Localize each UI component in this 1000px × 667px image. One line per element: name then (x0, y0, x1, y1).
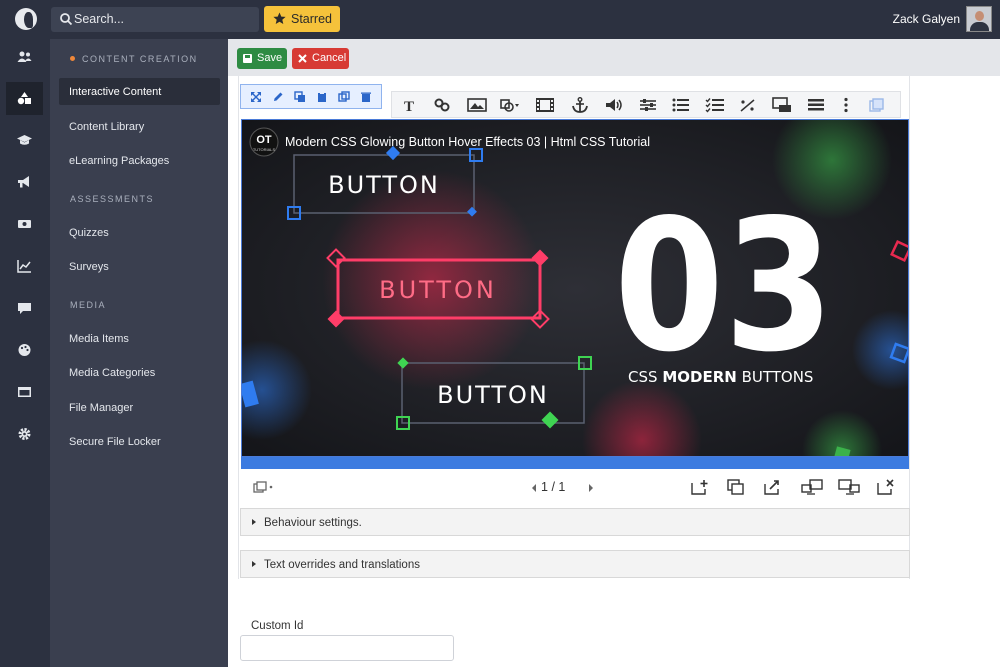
anchor-icon[interactable] (570, 97, 590, 113)
link-icon[interactable] (432, 97, 452, 113)
list-icon[interactable] (671, 97, 691, 113)
paste-icon[interactable] (316, 91, 328, 103)
shape-icon[interactable] (500, 97, 520, 113)
caret-right-icon (252, 561, 256, 567)
sidebar-item-media-categories[interactable]: Media Categories (59, 359, 220, 386)
custom-id-input[interactable] (240, 635, 454, 661)
copy-icon[interactable] (294, 91, 306, 103)
menu-list-icon[interactable] (806, 97, 826, 113)
video-big-number: 03 (614, 181, 834, 392)
gear-icon[interactable] (6, 418, 43, 451)
content-toolbar: T (391, 91, 901, 118)
ticket-icon[interactable] (6, 208, 43, 241)
avatar[interactable] (966, 6, 992, 32)
prev-slide-icon[interactable] (530, 483, 538, 493)
move-slide-right-icon[interactable] (838, 479, 860, 495)
sidebar-item-file-manager[interactable]: File Manager (59, 394, 220, 421)
text-icon[interactable]: T (399, 97, 419, 113)
dialog-icon[interactable] (772, 97, 792, 113)
video-thumbnail: OT TUTORIALS Modern CSS Glowing Button H… (242, 120, 908, 456)
svg-text:T: T (404, 99, 414, 113)
section-title-assessments: ASSESSMENTS (70, 194, 155, 204)
cancel-label: Cancel (312, 52, 347, 64)
star-icon (273, 12, 286, 24)
move-slide-left-icon[interactable] (801, 479, 823, 495)
search-icon (60, 13, 73, 26)
trash-icon[interactable] (360, 91, 372, 103)
chat-icon[interactable] (6, 292, 43, 325)
more-icon[interactable] (836, 97, 856, 113)
checklist-icon[interactable] (705, 97, 725, 113)
user-name[interactable]: Zack Galyen (893, 12, 960, 26)
save-label: Save (257, 52, 283, 64)
megaphone-icon[interactable] (6, 166, 43, 199)
shapes-icon[interactable] (6, 82, 43, 115)
video-progress-bar[interactable] (241, 457, 909, 469)
delete-slide-icon[interactable] (877, 479, 895, 495)
accordion-behaviour-settings[interactable]: Behaviour settings. (240, 508, 910, 536)
video-button-text-2: BUTTON (379, 276, 497, 304)
video-button-text-1: BUTTON (328, 171, 440, 199)
image-icon[interactable] (467, 97, 487, 113)
users-icon[interactable] (6, 41, 43, 74)
next-slide-icon[interactable] (587, 483, 595, 493)
sidebar-item-elearning-packages[interactable]: eLearning Packages (59, 147, 220, 174)
save-icon (243, 54, 252, 63)
sliders-icon[interactable] (638, 97, 658, 113)
custom-id-label: Custom Id (251, 620, 304, 632)
save-button[interactable]: Save (237, 48, 287, 69)
channel-badge: OT (256, 134, 272, 146)
clone-slide-icon[interactable] (727, 479, 745, 495)
video-subtitle: CSS MODERN BUTTONS (628, 368, 813, 386)
starred-button[interactable]: Starred (264, 6, 340, 32)
video-title: Modern CSS Glowing Button Hover Effects … (285, 135, 650, 149)
app-logo-icon[interactable] (15, 8, 37, 30)
search-placeholder: Search... (74, 12, 125, 26)
slide-toolbar: 1 / 1 (241, 469, 909, 506)
chart-icon[interactable] (6, 250, 43, 283)
section-title-content-creation: CONTENT CREATION (70, 54, 198, 64)
export-slide-icon[interactable] (764, 479, 782, 495)
element-toolbar (240, 84, 382, 109)
channel-badge-sub: TUTORIALS (253, 147, 276, 152)
accordion-label: Text overrides and translations (264, 559, 420, 571)
window-icon[interactable] (6, 376, 43, 409)
action-bar: Save Cancel (228, 39, 1000, 76)
palette-icon[interactable] (6, 334, 43, 367)
sidebar-item-surveys[interactable]: Surveys (59, 253, 220, 280)
sidebar-item-content-library[interactable]: Content Library (59, 113, 220, 140)
section-title-media: MEDIA (70, 300, 107, 310)
film-icon[interactable] (535, 97, 555, 113)
graduation-cap-icon[interactable] (6, 124, 43, 157)
expand-icon[interactable] (250, 91, 262, 103)
main-content: Save Cancel T OT TUTORIALS Modern CSS Gl… (228, 39, 1000, 667)
sidebar-item-interactive-content[interactable]: Interactive Content (59, 78, 220, 105)
fill-blank-icon[interactable] (738, 97, 758, 113)
accordion-label: Behaviour settings. (264, 517, 362, 529)
video-button-text-3: BUTTON (437, 381, 549, 409)
slides-icon[interactable] (253, 481, 275, 493)
slide-pager: 1 / 1 (541, 480, 566, 494)
pencil-icon[interactable] (272, 91, 284, 103)
cancel-button[interactable]: Cancel (292, 48, 349, 69)
accordion-text-overrides[interactable]: Text overrides and translations (240, 550, 910, 578)
sidebar-item-media-items[interactable]: Media Items (59, 325, 220, 352)
sidebar: CONTENT CREATION Interactive Content Con… (50, 39, 228, 667)
sidebar-item-quizzes[interactable]: Quizzes (59, 219, 220, 246)
starred-label: Starred (291, 12, 332, 26)
sidebar-item-secure-file-locker[interactable]: Secure File Locker (59, 428, 220, 455)
duplicate-icon[interactable] (338, 91, 350, 103)
layers-icon[interactable] (866, 97, 886, 113)
top-bar: Search... Starred Zack Galyen (0, 0, 1000, 39)
search-input[interactable]: Search... (51, 7, 259, 32)
video-player[interactable]: OT TUTORIALS Modern CSS Glowing Button H… (241, 119, 909, 457)
audio-icon[interactable] (604, 97, 624, 113)
add-slide-icon[interactable] (691, 479, 709, 495)
icon-rail (0, 39, 50, 667)
close-icon (298, 54, 307, 63)
caret-right-icon (252, 519, 256, 525)
